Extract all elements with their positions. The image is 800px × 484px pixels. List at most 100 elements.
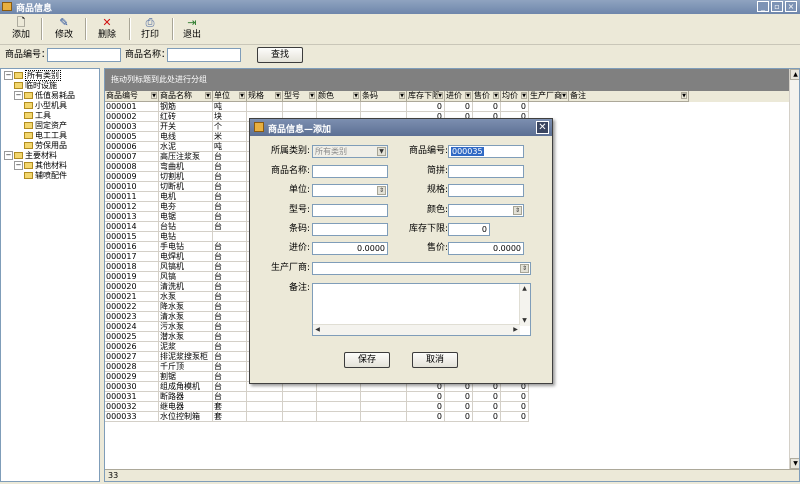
name-input[interactable] (312, 165, 388, 178)
table-row[interactable]: 000031 断路器台 0 0 0 0 (105, 392, 529, 402)
sell-price-input[interactable]: 0.0000 (448, 242, 524, 255)
tree-node[interactable]: 辅喷配件 (24, 171, 67, 181)
min-stock-input[interactable]: 0 (448, 223, 490, 236)
group-by-panel[interactable]: 拖动列标题到此处进行分组 (105, 69, 789, 91)
column-header[interactable]: 库存下限 ▼ (407, 91, 445, 102)
combo-arrows-icon[interactable]: ⇕ (377, 186, 386, 195)
print-button[interactable]: ⎙ 打印 (135, 16, 165, 42)
unit-combo[interactable]: ⇕ (312, 184, 388, 197)
spec-input[interactable] (448, 184, 524, 197)
category-tree: − 所有类别 临时设施 − 低值易耗品 小型机具 工具 固定资产 电工工具 劳保用品 − 主要材料 − 其… (0, 68, 100, 482)
column-filter-icon[interactable]: ▼ (205, 92, 211, 99)
name-search-input[interactable] (167, 48, 241, 62)
minimize-icon[interactable]: _ (757, 1, 769, 12)
save-button[interactable]: 保存 (344, 352, 390, 368)
tree-node[interactable]: − 其他材料 (14, 161, 67, 171)
table-row[interactable]: 000032 继电器套 0 0 0 0 (105, 402, 529, 412)
column-header[interactable]: 进价 ▼ (445, 91, 473, 102)
combo-arrows-icon[interactable]: ⇕ (520, 264, 529, 273)
table-row[interactable]: 000033 水位控制箱套 0 0 0 0 (105, 412, 529, 422)
tree-node-label: 其他材料 (35, 161, 67, 170)
column-header[interactable]: 商品编号 ▼ (105, 91, 159, 102)
grid-vertical-scrollbar[interactable]: ▲ ▼ (789, 69, 799, 469)
column-filter-icon[interactable]: ▼ (681, 92, 687, 99)
tree-node[interactable]: 工具 (24, 111, 51, 121)
dropdown-arrow-icon[interactable]: ▼ (377, 147, 386, 156)
column-header[interactable]: 颜色 ▼ (317, 91, 361, 102)
tree-node[interactable]: − 低值易耗品 (14, 91, 75, 101)
exit-button[interactable]: ⇥ 退出 (177, 16, 207, 42)
dialog-close-icon[interactable]: ✕ (536, 121, 549, 134)
code-label: 商品编号: (408, 146, 448, 156)
scroll-left-icon[interactable]: ◀ (313, 325, 322, 334)
tree-expand-icon[interactable]: − (14, 91, 23, 100)
pinyin-input[interactable] (448, 165, 524, 178)
tree-node[interactable]: 小型机具 (24, 101, 67, 111)
scroll-down-icon[interactable]: ▼ (520, 316, 529, 325)
column-header[interactable]: 条码 ▼ (361, 91, 407, 102)
tree-node[interactable]: 临时设施 (14, 81, 57, 91)
table-cell: 000015 (105, 232, 159, 242)
tree-node-label: 主要材料 (25, 151, 57, 160)
column-filter-icon[interactable]: ▼ (399, 92, 405, 99)
color-combo[interactable]: ⇕ (448, 204, 524, 217)
tree-node-label: 固定资产 (35, 121, 67, 130)
code-search-input[interactable] (47, 48, 121, 62)
scroll-up-icon[interactable]: ▲ (520, 284, 529, 293)
find-button[interactable]: 查找 (257, 47, 303, 63)
table-cell (361, 402, 407, 412)
column-header[interactable]: 均价 ▼ (501, 91, 529, 102)
barcode-input[interactable] (312, 223, 388, 236)
column-header[interactable]: 型号 ▼ (283, 91, 317, 102)
tree-node[interactable]: − 主要材料 (4, 151, 57, 161)
category-select[interactable]: 所有类别 ▼ (312, 145, 388, 158)
model-input[interactable] (312, 204, 388, 217)
column-filter-icon[interactable]: ▼ (353, 92, 359, 99)
close-icon[interactable]: × (785, 1, 797, 12)
code-input[interactable]: 000035 (448, 145, 524, 158)
note-horizontal-scrollbar[interactable]: ◀ ▶ (313, 324, 520, 335)
tree-node[interactable]: − 所有类别 (4, 70, 61, 81)
exit-door-icon: ⇥ (187, 16, 197, 29)
column-filter-icon[interactable]: ▼ (275, 92, 281, 99)
table-cell: 0 (473, 102, 501, 112)
column-filter-icon[interactable]: ▼ (309, 92, 315, 99)
tree-expand-icon[interactable]: − (4, 71, 13, 80)
combo-arrows-icon[interactable]: ⇕ (513, 206, 522, 215)
dialog-titlebar[interactable]: 商品信息—添加 ✕ (250, 119, 552, 136)
maximize-icon[interactable]: ▫ (771, 1, 783, 12)
column-header[interactable]: 生产厂商 ▼ (529, 91, 569, 102)
column-header[interactable]: 备注 ▼ (569, 91, 689, 102)
column-header[interactable]: 规格 ▼ (247, 91, 283, 102)
column-header[interactable]: 售价 ▼ (473, 91, 501, 102)
delete-button[interactable]: ✕ 删除 (92, 16, 122, 42)
maker-combo[interactable]: ⇕ (312, 262, 531, 275)
add-button[interactable]: 🗋 添加 (6, 16, 36, 42)
table-cell: 台 (213, 362, 247, 372)
column-filter-icon[interactable]: ▼ (561, 92, 567, 99)
buy-price-input[interactable]: 0.0000 (312, 242, 388, 255)
scroll-up-icon[interactable]: ▲ (790, 69, 799, 80)
cancel-button[interactable]: 取消 (412, 352, 458, 368)
edit-button[interactable]: ✎ 修改 (49, 16, 79, 42)
note-textarea[interactable]: ▲ ▼ ◀ ▶ (312, 283, 531, 336)
column-filter-icon[interactable]: ▼ (437, 92, 443, 99)
tree-node[interactable]: 固定资产 (24, 121, 67, 131)
tree-node-label: 劳保用品 (35, 141, 67, 150)
tree-node[interactable]: 劳保用品 (24, 141, 67, 151)
column-filter-icon[interactable]: ▼ (521, 92, 527, 99)
column-header[interactable]: 单位 ▼ (213, 91, 247, 102)
scroll-right-icon[interactable]: ▶ (511, 325, 520, 334)
table-cell: 水位控制箱 (159, 412, 213, 422)
tree-expand-icon[interactable]: − (14, 161, 23, 170)
column-filter-icon[interactable]: ▼ (493, 92, 499, 99)
column-filter-icon[interactable]: ▼ (151, 92, 157, 99)
column-filter-icon[interactable]: ▼ (465, 92, 471, 99)
tree-node[interactable]: 电工工具 (24, 131, 67, 141)
column-header[interactable]: 商品名称 ▼ (159, 91, 213, 102)
table-row[interactable]: 000001 钢筋吨 0 0 0 0 (105, 102, 529, 112)
tree-expand-icon[interactable]: − (4, 151, 13, 160)
column-filter-icon[interactable]: ▼ (239, 92, 245, 99)
note-vertical-scrollbar[interactable]: ▲ ▼ (519, 284, 530, 326)
scroll-down-icon[interactable]: ▼ (790, 458, 799, 469)
